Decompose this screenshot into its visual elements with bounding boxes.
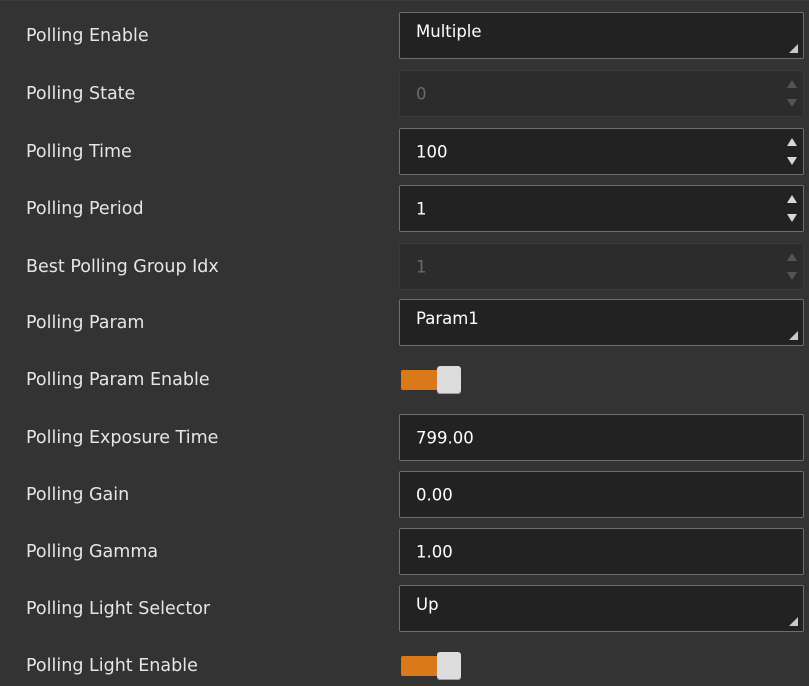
label-polling-period: Polling Period — [26, 199, 144, 219]
spin-down-arrow-icon[interactable] — [787, 157, 797, 165]
label-polling-exposure-time: Polling Exposure Time — [26, 428, 219, 448]
spin-up-arrow-icon[interactable] — [787, 138, 797, 146]
best-polling-group-idx-spinbox: 1 — [399, 243, 804, 290]
polling-time-spinbox[interactable]: 100 — [399, 128, 804, 175]
polling-param-dropdown[interactable]: Param1 — [399, 299, 804, 346]
row-polling-time: Polling Time 100 — [0, 128, 809, 176]
polling-light-enable-toggle[interactable] — [401, 652, 461, 680]
polling-gain-input[interactable]: 0.00 — [399, 471, 804, 518]
spin-up-arrow-icon[interactable] — [787, 195, 797, 203]
row-polling-param: Polling Param Param1 — [0, 299, 809, 347]
label-polling-light-enable: Polling Light Enable — [26, 656, 198, 676]
spin-down-arrow-icon[interactable] — [787, 214, 797, 222]
polling-period-spin-buttons[interactable] — [783, 188, 801, 229]
top-divider — [0, 0, 809, 1]
row-polling-gain: Polling Gain 0.00 — [0, 471, 809, 519]
polling-enable-value: Multiple — [416, 22, 482, 41]
toggle-knob[interactable] — [437, 652, 461, 680]
row-polling-gamma: Polling Gamma 1.00 — [0, 528, 809, 576]
row-polling-light-selector: Polling Light Selector Up — [0, 585, 809, 633]
row-polling-enable: Polling Enable Multiple — [0, 12, 809, 60]
polling-param-enable-toggle[interactable] — [401, 366, 461, 394]
label-best-polling-group-idx: Best Polling Group Idx — [26, 257, 219, 277]
row-polling-state: Polling State 0 — [0, 70, 809, 118]
polling-gamma-value: 1.00 — [416, 542, 453, 561]
label-polling-enable: Polling Enable — [26, 26, 149, 46]
best-polling-group-idx-value: 1 — [416, 257, 427, 276]
polling-param-value: Param1 — [416, 309, 479, 328]
polling-gain-value: 0.00 — [416, 485, 453, 504]
label-polling-param-enable: Polling Param Enable — [26, 370, 210, 390]
polling-light-selector-dropdown[interactable]: Up — [399, 585, 804, 632]
label-polling-gamma: Polling Gamma — [26, 542, 159, 562]
row-polling-exposure-time: Polling Exposure Time 799.00 — [0, 414, 809, 462]
label-polling-param: Polling Param — [26, 313, 145, 333]
row-polling-param-enable: Polling Param Enable — [0, 356, 809, 404]
polling-enable-dropdown[interactable]: Multiple — [399, 12, 804, 59]
dropdown-corner-icon — [789, 617, 798, 626]
polling-period-spinbox[interactable]: 1 — [399, 185, 804, 232]
spin-up-arrow-icon — [787, 253, 797, 261]
spin-down-arrow-icon — [787, 272, 797, 280]
polling-state-spin-buttons — [783, 73, 801, 114]
polling-exposure-time-input[interactable]: 799.00 — [399, 414, 804, 461]
polling-time-spin-buttons[interactable] — [783, 131, 801, 172]
polling-state-value: 0 — [416, 84, 427, 103]
row-best-polling-group-idx: Best Polling Group Idx 1 — [0, 243, 809, 291]
label-polling-state: Polling State — [26, 84, 136, 104]
row-polling-light-enable: Polling Light Enable — [0, 642, 809, 686]
dropdown-corner-icon — [789, 331, 798, 340]
polling-time-value: 100 — [416, 142, 448, 161]
polling-parameters-panel: Polling Enable Multiple Polling State 0 … — [0, 0, 809, 686]
toggle-knob[interactable] — [437, 366, 461, 394]
polling-state-spinbox: 0 — [399, 70, 804, 117]
dropdown-corner-icon — [789, 44, 798, 53]
best-polling-group-idx-spin-buttons — [783, 246, 801, 287]
label-polling-gain: Polling Gain — [26, 485, 130, 505]
polling-light-selector-value: Up — [416, 595, 439, 614]
polling-exposure-time-value: 799.00 — [416, 428, 474, 447]
polling-period-value: 1 — [416, 199, 427, 218]
label-polling-light-selector: Polling Light Selector — [26, 599, 211, 619]
spin-down-arrow-icon — [787, 99, 797, 107]
spin-up-arrow-icon — [787, 80, 797, 88]
label-polling-time: Polling Time — [26, 142, 132, 162]
polling-gamma-input[interactable]: 1.00 — [399, 528, 804, 575]
row-polling-period: Polling Period 1 — [0, 185, 809, 233]
